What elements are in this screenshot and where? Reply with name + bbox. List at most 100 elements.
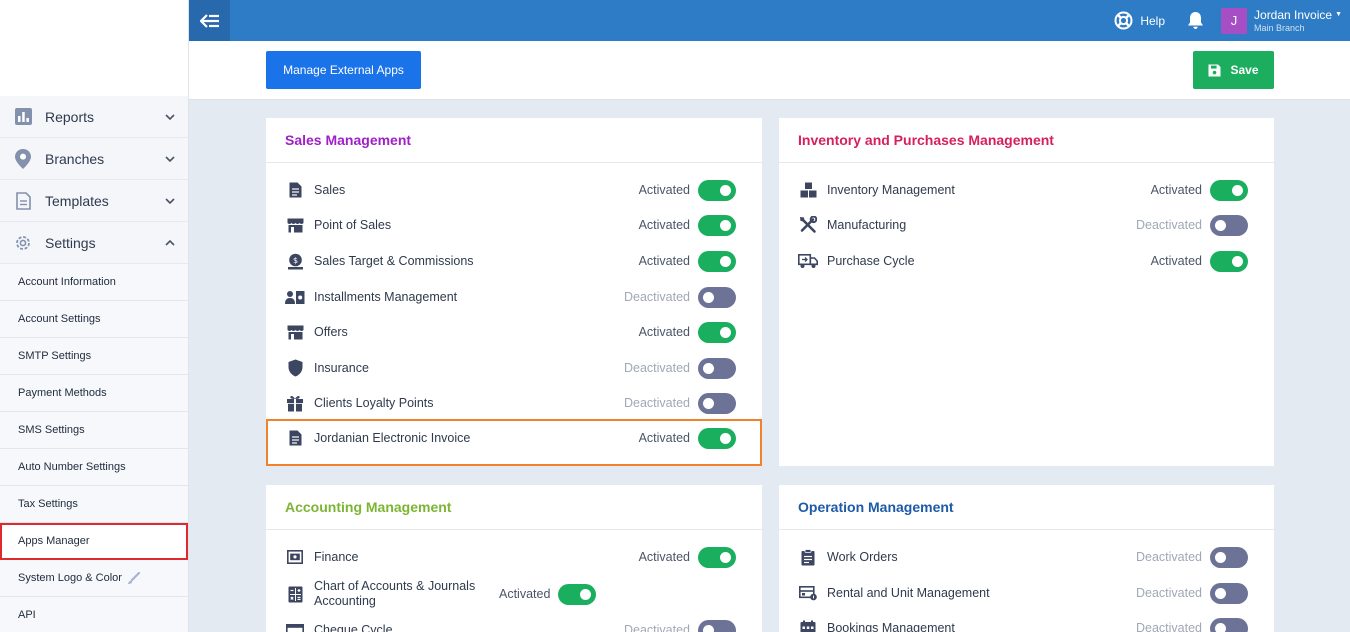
app-row-bookings-management: Bookings Management Deactivated	[798, 612, 1248, 632]
manage-external-apps-button[interactable]: Manage External Apps	[266, 51, 421, 89]
user-name-line: Jordan Invoice ▼	[1254, 9, 1342, 21]
app-status: Deactivated	[1135, 550, 1202, 564]
settings-submenu: Account Information Account Settings SMT…	[0, 264, 188, 632]
app-status: Deactivated	[1135, 218, 1202, 232]
operation-management-card: Operation Management Work Orders Deactiv…	[779, 485, 1274, 632]
installments-icon	[285, 287, 305, 307]
app-row-sales: Sales Activated	[285, 174, 736, 206]
branch-name: Main Branch	[1254, 22, 1305, 33]
app-toggle-finance[interactable]	[698, 546, 736, 568]
app-label: Purchase Cycle	[827, 253, 915, 268]
map-pin-icon	[13, 148, 33, 169]
top-bar: Help J Jordan Invoice ▼ Main Branch	[189, 0, 1350, 41]
sidebar-subitem-sms-settings[interactable]: SMS Settings	[0, 412, 188, 449]
app-row-finance: Finance Activated	[285, 541, 736, 573]
clipboard-icon	[798, 547, 818, 567]
app-status: Activated	[638, 550, 690, 564]
app-toggle-clients-loyalty-points[interactable]	[698, 392, 736, 414]
help-link[interactable]: Help	[1114, 11, 1165, 30]
app-toggle-point-of-sales[interactable]	[698, 214, 736, 236]
app-toggle-installments-management[interactable]	[698, 286, 736, 308]
inventory-purchases-title: Inventory and Purchases Management	[779, 118, 1274, 163]
app-toggle-offers[interactable]	[698, 321, 736, 343]
shield-icon	[285, 358, 305, 378]
sidebar-subitem-tax-settings[interactable]: Tax Settings	[0, 486, 188, 523]
notifications-bell-icon[interactable]	[1187, 11, 1204, 30]
sidebar-subitem-account-information[interactable]: Account Information	[0, 264, 188, 301]
app-toggle-cheque-cycle[interactable]	[698, 619, 736, 632]
sidebar-subitem-account-settings[interactable]: Account Settings	[0, 301, 188, 338]
avatar: J	[1221, 7, 1248, 34]
app-toggle-inventory-management[interactable]	[1210, 179, 1248, 201]
sidebar-subitem-payment-methods[interactable]: Payment Methods	[0, 375, 188, 412]
sidebar-subitem-label: System Logo & Color	[18, 572, 122, 584]
app-row-sales-target-commissions: $ Sales Target & Commissions Activated	[285, 245, 736, 277]
app-toggle-rental-unit-management[interactable]	[1210, 582, 1248, 604]
toggle-knob	[580, 588, 592, 600]
save-button[interactable]: Save	[1193, 51, 1274, 89]
app-status: Deactivated	[623, 623, 690, 632]
app-toggle-purchase-cycle[interactable]	[1210, 250, 1248, 272]
sidebar-item-label: Templates	[45, 192, 109, 209]
app-row-installments-management: Installments Management Deactivated	[285, 281, 736, 313]
app-toggle-chart-of-accounts-journals[interactable]	[558, 583, 597, 605]
app-row-chart-of-accounts-journals: Chart of Accounts & Journals Accounting …	[285, 578, 736, 610]
app-label: Bookings Management	[827, 620, 955, 632]
chevron-down-icon	[164, 195, 176, 207]
gift-icon	[285, 393, 305, 413]
app-status: Activated	[638, 254, 690, 268]
app-toggle-sales-target-commissions[interactable]	[698, 250, 736, 272]
bar-chart-icon	[13, 107, 33, 127]
help-label: Help	[1140, 13, 1166, 28]
app-toggle-bookings-management[interactable]	[1210, 617, 1248, 632]
app-row-clients-loyalty-points: Clients Loyalty Points Deactivated	[285, 387, 736, 419]
app-toggle-manufacturing[interactable]	[1210, 214, 1248, 236]
app-toggle-work-orders[interactable]	[1210, 546, 1248, 568]
logo-area	[0, 0, 188, 96]
toggle-knob	[1215, 551, 1226, 563]
sidebar-item-label: Settings	[45, 234, 96, 251]
sidebar-subitem-api[interactable]: API	[0, 597, 188, 632]
sidebar-subitem-auto-number-settings[interactable]: Auto Number Settings	[0, 449, 188, 486]
sidebar-subitem-apps-manager[interactable]: Apps Manager	[0, 523, 188, 560]
toggle-knob	[1232, 184, 1243, 196]
accounting-management-title: Accounting Management	[266, 485, 762, 530]
sidebar-subitem-system-logo-color[interactable]: System Logo & Color	[0, 560, 188, 597]
boxes-icon	[798, 180, 818, 200]
sidebar-subitem-smtp-settings[interactable]: SMTP Settings	[0, 338, 188, 375]
action-bar: Manage External Apps Save	[189, 41, 1350, 100]
toggle-knob	[1215, 622, 1226, 632]
highlight-box-jordanian-invoice	[266, 419, 762, 466]
app-label: Rental and Unit Management	[827, 585, 990, 600]
sidebar-item-settings[interactable]: Settings	[0, 222, 188, 264]
invoice-icon	[285, 180, 305, 200]
document-icon	[13, 191, 33, 211]
app-toggle-sales[interactable]	[698, 179, 736, 201]
toggle-knob	[1232, 255, 1243, 267]
app-status: Activated	[1150, 254, 1202, 268]
app-row-purchase-cycle: Purchase Cycle Activated	[798, 245, 1248, 277]
app-status: Deactivated	[623, 290, 690, 304]
target-coin-icon: $	[285, 251, 305, 271]
app-row-point-of-sales: Point of Sales Activated	[285, 209, 736, 241]
app-row-work-orders: Work Orders Deactivated	[798, 541, 1248, 573]
toggle-knob	[703, 291, 714, 303]
toggle-knob	[703, 624, 714, 632]
user-menu[interactable]: J Jordan Invoice ▼ Main Branch	[1221, 7, 1342, 34]
accounting-management-card: Accounting Management Finance Activated …	[266, 485, 762, 632]
app-label: Finance	[314, 549, 359, 564]
app-status: Deactivated	[1135, 621, 1202, 632]
user-name-block: Jordan Invoice ▼ Main Branch	[1254, 9, 1342, 33]
store-icon	[285, 322, 305, 342]
app-toggle-insurance[interactable]	[698, 357, 736, 379]
sales-management-card: Sales Management Sales Activated Point o…	[266, 118, 762, 466]
sidebar-item-templates[interactable]: Templates	[0, 180, 188, 222]
sidebar-item-branches[interactable]: Branches	[0, 138, 188, 180]
floppy-disk-icon	[1208, 64, 1230, 77]
toggle-knob	[720, 255, 731, 267]
sidebar-item-reports[interactable]: Reports	[0, 96, 188, 138]
sidebar-toggle-button[interactable]	[189, 0, 230, 41]
rental-icon	[798, 583, 818, 603]
app-status: Activated	[638, 183, 690, 197]
app-row-inventory-management: Inventory Management Activated	[798, 174, 1248, 206]
